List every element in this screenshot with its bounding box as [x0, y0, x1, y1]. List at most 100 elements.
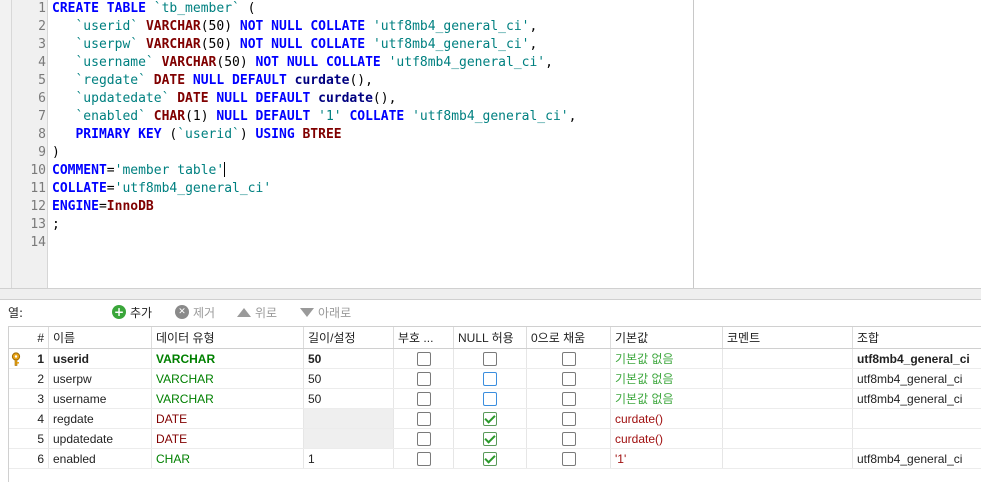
sql-editor[interactable]: 1 2 3 4 5 6 7 8 9 10 11 12 13 14 CREATE TABLE `tb_mem… — [0, 0, 981, 288]
row-number-cell[interactable]: 5 — [9, 429, 49, 448]
unsigned-cell[interactable] — [394, 349, 454, 368]
default-cell[interactable]: '1' — [611, 449, 723, 468]
type-cell[interactable]: DATE — [152, 409, 304, 428]
code-line[interactable]: ; — [52, 216, 60, 234]
header-collation[interactable]: 조합 — [853, 327, 981, 348]
unsigned-cell[interactable] — [394, 389, 454, 408]
code-line[interactable]: PRIMARY KEY (`userid`) USING BTREE — [52, 126, 341, 144]
unsigned-checkbox[interactable] — [416, 371, 431, 386]
length-cell[interactable]: 1 — [304, 449, 394, 468]
header-datatype[interactable]: 데이터 유형 — [152, 327, 304, 348]
move-down-button[interactable]: 아래로 — [300, 303, 351, 321]
allow-null-checkbox[interactable] — [483, 391, 497, 406]
zerofill-cell[interactable] — [527, 429, 611, 448]
name-cell[interactable]: username — [49, 389, 152, 408]
zerofill-checkbox[interactable] — [561, 431, 576, 446]
add-column-button[interactable]: + 추가 — [112, 303, 152, 321]
unsigned-checkbox[interactable] — [416, 351, 431, 366]
collation-cell[interactable]: utf8mb4_general_ci — [853, 349, 981, 368]
zerofill-checkbox[interactable] — [561, 411, 576, 426]
columns-grid[interactable]: # 이름 데이터 유형 길이/설정 부호 ... NULL 허용 0으로 채움 … — [8, 326, 981, 482]
header-unsigned[interactable]: 부호 ... — [394, 327, 454, 348]
code-line[interactable]: COLLATE='utf8mb4_general_ci' — [52, 180, 271, 198]
name-cell[interactable]: userpw — [49, 369, 152, 388]
allow-null-checkbox[interactable] — [483, 371, 497, 386]
zerofill-cell[interactable] — [527, 449, 611, 468]
default-cell[interactable]: curdate() — [611, 429, 723, 448]
row-number-cell[interactable]: 2 — [9, 369, 49, 388]
default-cell[interactable]: curdate() — [611, 409, 723, 428]
unsigned-cell[interactable] — [394, 409, 454, 428]
allow-null-checkbox[interactable] — [483, 451, 497, 466]
allow-null-cell[interactable] — [454, 429, 527, 448]
type-cell[interactable]: VARCHAR — [152, 389, 304, 408]
allow-null-cell[interactable] — [454, 389, 527, 408]
name-cell[interactable]: userid — [49, 349, 152, 368]
code-area[interactable]: CREATE TABLE `tb_member` ( `userid` VARC… — [48, 0, 693, 288]
length-cell[interactable]: 50 — [304, 389, 394, 408]
zerofill-cell[interactable] — [527, 369, 611, 388]
code-line[interactable]: COMMENT='member table' — [52, 162, 226, 180]
type-cell[interactable]: VARCHAR — [152, 349, 304, 368]
name-cell[interactable]: enabled — [49, 449, 152, 468]
table-row[interactable]: 6 enabled CHAR 1 '1' utf8mb4_general_ci — [9, 449, 981, 469]
header-allow-null[interactable]: NULL 허용 — [454, 327, 527, 348]
remove-column-button[interactable]: ✕ 제거 — [175, 303, 215, 321]
code-line[interactable]: ENGINE=InnoDB — [52, 198, 154, 216]
unsigned-cell[interactable] — [394, 429, 454, 448]
code-line[interactable]: ) — [52, 144, 60, 162]
zerofill-checkbox[interactable] — [561, 391, 576, 406]
header-name[interactable]: 이름 — [49, 327, 152, 348]
unsigned-checkbox[interactable] — [416, 451, 431, 466]
move-up-button[interactable]: 위로 — [237, 303, 277, 321]
length-cell[interactable]: 50 — [304, 349, 394, 368]
panel-splitter[interactable] — [0, 288, 981, 300]
collation-cell[interactable]: utf8mb4_general_ci — [853, 369, 981, 388]
type-cell[interactable]: CHAR — [152, 449, 304, 468]
allow-null-cell[interactable] — [454, 349, 527, 368]
row-number-cell[interactable]: 6 — [9, 449, 49, 468]
allow-null-cell[interactable] — [454, 449, 527, 468]
length-cell[interactable] — [304, 429, 394, 448]
row-number-cell[interactable]: 1 — [9, 349, 49, 368]
collation-cell[interactable]: utf8mb4_general_ci — [853, 449, 981, 468]
length-cell[interactable] — [304, 409, 394, 428]
code-line[interactable]: `updatedate` DATE NULL DEFAULT curdate()… — [52, 90, 396, 108]
type-cell[interactable]: VARCHAR — [152, 369, 304, 388]
header-length[interactable]: 길이/설정 — [304, 327, 394, 348]
code-line[interactable]: `userpw` VARCHAR(50) NOT NULL COLLATE 'u… — [52, 36, 537, 54]
row-number-cell[interactable]: 4 — [9, 409, 49, 428]
default-cell[interactable]: 기본값 없음 — [611, 349, 723, 368]
unsigned-checkbox[interactable] — [416, 431, 431, 446]
default-cell[interactable]: 기본값 없음 — [611, 389, 723, 408]
header-zerofill[interactable]: 0으로 채움 — [527, 327, 611, 348]
unsigned-checkbox[interactable] — [416, 391, 431, 406]
allow-null-checkbox[interactable] — [483, 431, 497, 446]
comment-cell[interactable] — [723, 449, 853, 468]
comment-cell[interactable] — [723, 389, 853, 408]
zerofill-cell[interactable] — [527, 409, 611, 428]
name-cell[interactable]: updatedate — [49, 429, 152, 448]
row-number-cell[interactable]: 3 — [9, 389, 49, 408]
length-cell[interactable]: 50 — [304, 369, 394, 388]
table-row[interactable]: 1 userid VARCHAR 50 기본값 없음 utf8mb4_general_ci — [9, 349, 981, 369]
header-num[interactable]: # — [9, 327, 49, 348]
allow-null-checkbox[interactable] — [483, 411, 497, 426]
comment-cell[interactable] — [723, 349, 853, 368]
collation-cell[interactable] — [853, 409, 981, 428]
table-row[interactable]: 4 regdate DATE curdate() — [9, 409, 981, 429]
unsigned-cell[interactable] — [394, 369, 454, 388]
code-line[interactable]: `regdate` DATE NULL DEFAULT curdate(), — [52, 72, 372, 90]
comment-cell[interactable] — [723, 409, 853, 428]
comment-cell[interactable] — [723, 429, 853, 448]
code-line[interactable]: `enabled` CHAR(1) NULL DEFAULT '1' COLLA… — [52, 108, 576, 126]
collation-cell[interactable]: utf8mb4_general_ci — [853, 389, 981, 408]
comment-cell[interactable] — [723, 369, 853, 388]
code-line[interactable]: `username` VARCHAR(50) NOT NULL COLLATE … — [52, 54, 552, 72]
type-cell[interactable]: DATE — [152, 429, 304, 448]
table-row[interactable]: 3 username VARCHAR 50 기본값 없음 utf8mb4_general_… — [9, 389, 981, 409]
header-comment[interactable]: 코멘트 — [723, 327, 853, 348]
zerofill-checkbox[interactable] — [561, 351, 576, 366]
zerofill-cell[interactable] — [527, 389, 611, 408]
allow-null-cell[interactable] — [454, 409, 527, 428]
